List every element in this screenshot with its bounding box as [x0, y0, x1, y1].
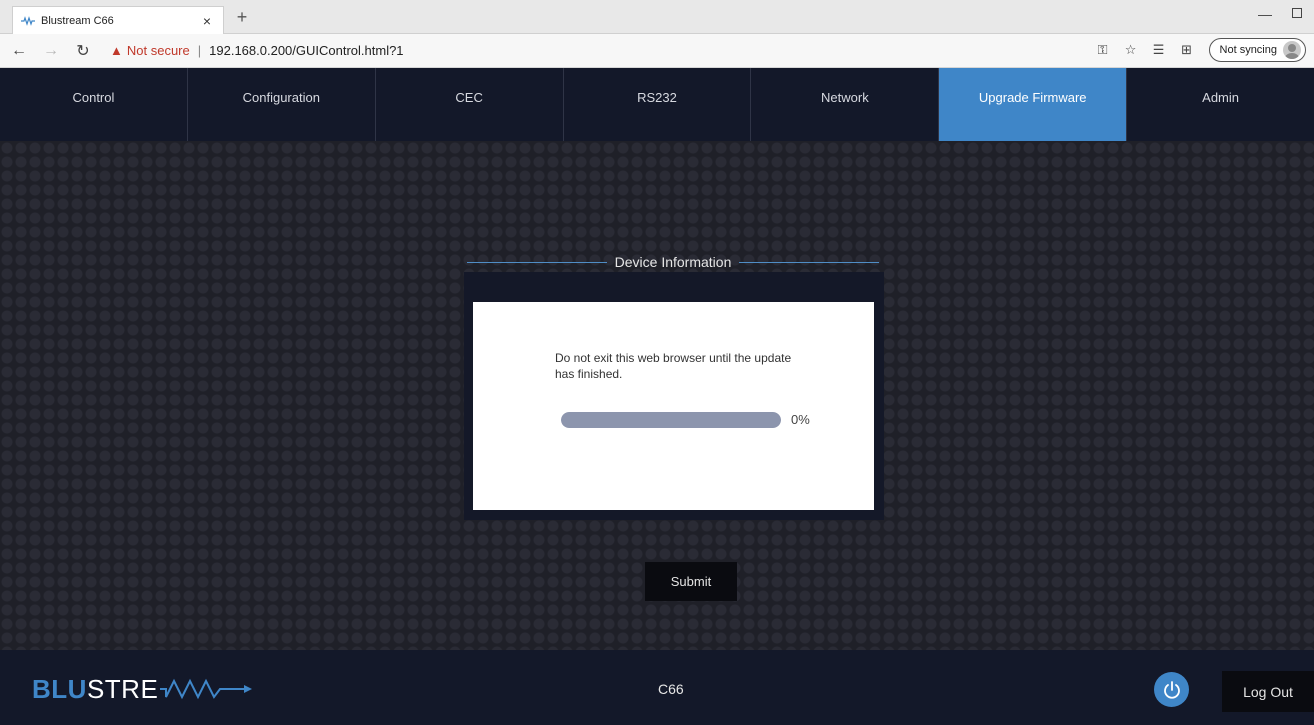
upgrade-progress-bar [561, 412, 781, 428]
nav-admin[interactable]: Admin [1127, 68, 1314, 141]
tab-title: Blustream C66 [41, 14, 114, 27]
url-separator: | [197, 43, 202, 58]
logo-stre-text: STRE [86, 674, 159, 704]
forward-arrow-icon[interactable]: → [38, 42, 64, 60]
legend-line-left [467, 261, 607, 263]
nav-cec[interactable]: CEC [376, 68, 564, 141]
footer: BLU STRE C66 Log Out [0, 650, 1314, 725]
nav-rs232[interactable]: RS232 [564, 68, 752, 141]
address-bar-actions: ⚿ ☆ ☰ ⊞ Not syncing [1089, 38, 1306, 62]
legend-line-right [739, 261, 879, 263]
new-tab-button[interactable]: + [232, 6, 252, 30]
device-information-fieldset: Device Information [467, 253, 879, 271]
warning-icon: ▲ [110, 43, 123, 58]
window-minimize-icon[interactable]: — [1258, 6, 1272, 22]
upgrade-dialog: Do not exit this web browser until the u… [473, 302, 874, 510]
collections-icon[interactable]: ⊞ [1173, 42, 1201, 58]
upgrade-warning-message: Do not exit this web browser until the u… [555, 351, 792, 381]
refresh-icon[interactable]: ↻ [70, 41, 96, 61]
url-text: 192.168.0.200/GUIControl.html?1 [209, 43, 404, 58]
avatar-icon [1283, 41, 1301, 59]
nav-upgrade-firmware[interactable]: Upgrade Firmware [939, 68, 1128, 141]
blustream-favicon-icon [21, 15, 35, 26]
nav-network[interactable]: Network [751, 68, 940, 141]
power-icon [1163, 680, 1180, 699]
not-secure-label: Not secure [126, 43, 190, 58]
browser-tab[interactable]: Blustream C66 × [12, 6, 224, 34]
nav-control[interactable]: Control [0, 68, 188, 141]
url-field[interactable]: ▲ Not secure | 192.168.0.200/GUIControl.… [110, 43, 404, 58]
back-arrow-icon[interactable]: ← [6, 42, 32, 60]
logout-button[interactable]: Log Out [1222, 671, 1314, 712]
browser-address-bar: ← → ↻ ▲ Not secure | 192.168.0.200/GUICo… [0, 34, 1314, 68]
logo-wave-arrow-icon [160, 678, 253, 699]
power-button[interactable] [1154, 672, 1189, 707]
main-navigation: Control Configuration CEC RS232 Network … [0, 68, 1314, 141]
profile-sync-button[interactable]: Not syncing [1208, 38, 1306, 62]
legend-title: Device Information [614, 254, 732, 270]
browser-tab-bar: Blustream C66 × + — [0, 0, 1314, 34]
favorites-list-icon[interactable]: ☰ [1145, 42, 1173, 58]
progress-fill [561, 412, 781, 428]
fieldset-legend: Device Information [467, 253, 879, 271]
device-model: C66 [658, 681, 684, 697]
logo-blu-text: BLU [32, 674, 87, 704]
progress-percent: 0% [791, 412, 810, 427]
tab-close-icon[interactable]: × [199, 13, 215, 29]
nav-configuration[interactable]: Configuration [188, 68, 376, 141]
upgrade-panel: Do not exit this web browser until the u… [464, 272, 884, 520]
blustream-logo: BLU STRE [32, 674, 253, 705]
sync-label: Not syncing [1219, 44, 1277, 56]
favorite-star-icon[interactable]: ☆ [1117, 42, 1145, 58]
window-maximize-icon[interactable] [1292, 8, 1302, 18]
key-icon[interactable]: ⚿ [1089, 42, 1117, 58]
submit-button[interactable]: Submit [645, 562, 737, 601]
